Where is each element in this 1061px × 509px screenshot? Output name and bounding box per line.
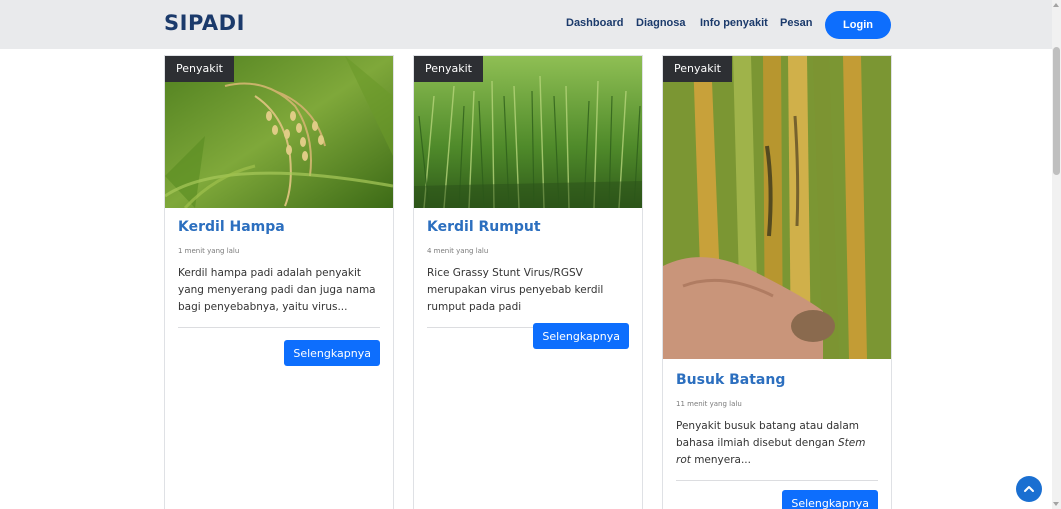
login-button[interactable]: Login xyxy=(825,11,891,39)
scroll-thumb[interactable] xyxy=(1053,47,1060,175)
nav-link-info-penyakit[interactable]: Info penyakit xyxy=(700,17,768,29)
category-badge: Penyakit xyxy=(414,56,483,82)
card-body: Kerdil Rumput 4 menit yang lalu Rice Gra… xyxy=(427,219,629,349)
rice-stem-rot-closeup-photo xyxy=(663,56,891,359)
read-more-button[interactable]: Selengkapnya xyxy=(284,340,380,366)
card-timestamp: 11 menit yang lalu xyxy=(676,400,742,408)
navbar: SIPADI Dashboard Diagnosa Info penyakit … xyxy=(0,0,1052,49)
disease-card: Penyakit Busuk Batang 11 menit yang lalu… xyxy=(662,55,892,509)
back-to-top-button[interactable] xyxy=(1016,476,1042,502)
category-badge: Penyakit xyxy=(165,56,234,82)
card-excerpt: Rice Grassy Stunt Virus/RGSV merupakan v… xyxy=(427,267,604,313)
nav-link-pesan[interactable]: Pesan xyxy=(780,17,812,29)
card-body: Busuk Batang 11 menit yang lalu Penyakit… xyxy=(676,372,878,509)
page: SIPADI Dashboard Diagnosa Info penyakit … xyxy=(0,0,1061,509)
category-badge: Penyakit xyxy=(663,56,732,82)
card-image[interactable] xyxy=(663,56,891,359)
card-body: Kerdil Hampa 1 menit yang lalu Kerdil ha… xyxy=(178,219,380,366)
card-excerpt: Penyakit busuk batang atau dalam bahasa … xyxy=(676,418,878,469)
excerpt-text-end: menyera... xyxy=(690,454,751,466)
read-more-button[interactable]: Selengkapnya xyxy=(533,323,629,349)
disease-card: Penyakit Kerdil Rumput 4 menit yang lalu… xyxy=(413,55,643,509)
excerpt-text: Penyakit busuk batang atau dalam bahasa … xyxy=(676,420,860,449)
brand-logo[interactable]: SIPADI xyxy=(164,11,245,35)
scroll-up-arrow-icon[interactable] xyxy=(1053,3,1059,7)
chevron-up-icon xyxy=(1024,486,1034,492)
nav-link-dashboard[interactable]: Dashboard xyxy=(566,17,623,29)
card-title[interactable]: Busuk Batang xyxy=(676,372,878,388)
card-divider xyxy=(178,327,380,328)
card-title[interactable]: Kerdil Hampa xyxy=(178,219,380,235)
card-excerpt: Kerdil hampa padi adalah penyakit yang m… xyxy=(178,267,376,313)
card-divider xyxy=(676,480,878,481)
scroll-down-arrow-icon[interactable] xyxy=(1053,502,1059,506)
card-title[interactable]: Kerdil Rumput xyxy=(427,219,629,235)
page-scrollbar[interactable] xyxy=(1052,0,1061,509)
nav-link-diagnosa[interactable]: Diagnosa xyxy=(636,17,686,29)
card-timestamp: 4 menit yang lalu xyxy=(427,247,489,255)
card-timestamp: 1 menit yang lalu xyxy=(178,247,240,255)
read-more-button[interactable]: Selengkapnya xyxy=(782,490,878,509)
disease-card: Penyakit Kerdil Hampa 1 menit yang lalu … xyxy=(164,55,394,509)
